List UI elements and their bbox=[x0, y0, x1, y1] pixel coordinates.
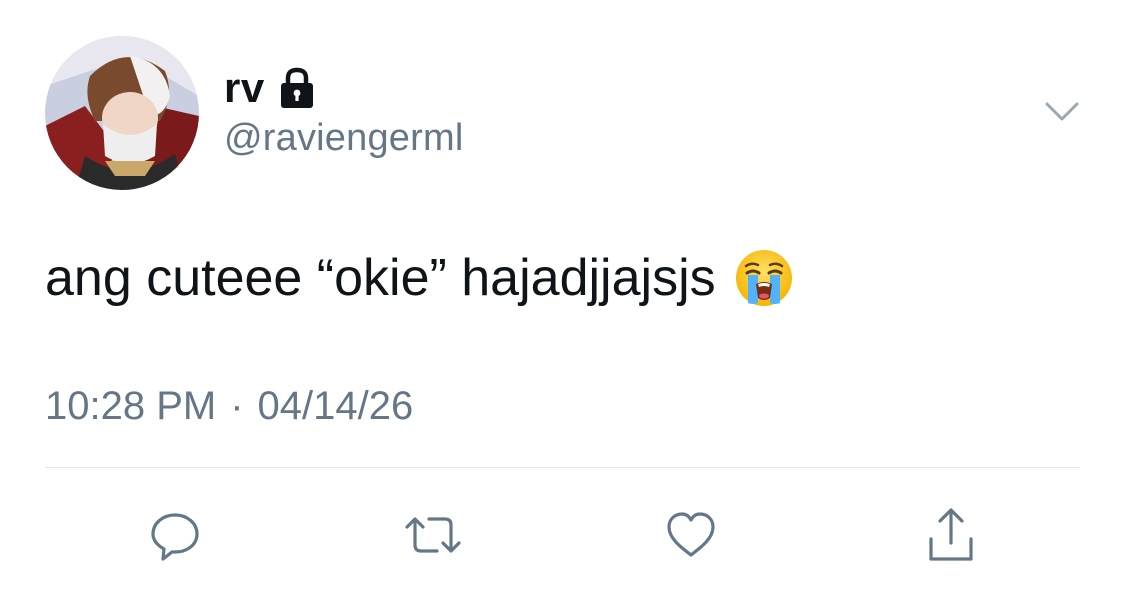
display-name[interactable]: rv bbox=[224, 64, 265, 112]
tweet-text: ang cuteee “okie” hajadjjajsjs bbox=[45, 246, 794, 310]
tweet-date: 04/14/26 bbox=[257, 384, 414, 428]
reply-button[interactable] bbox=[140, 500, 210, 570]
tweet-timestamp[interactable]: 10:28 PM · 04/14/26 bbox=[45, 384, 413, 429]
divider bbox=[45, 467, 1080, 468]
reply-icon bbox=[151, 513, 199, 561]
user-handle[interactable]: @raviengerml bbox=[224, 117, 464, 160]
display-name-row: rv bbox=[224, 60, 317, 116]
heart-icon bbox=[667, 512, 715, 557]
avatar-image bbox=[45, 36, 199, 190]
chevron-down-icon[interactable] bbox=[1044, 100, 1080, 124]
retweet-button[interactable] bbox=[398, 500, 468, 570]
tweet-text-body: ang cuteee “okie” hajadjjajsjs bbox=[45, 249, 716, 307]
loudly-crying-face-icon bbox=[734, 248, 794, 308]
avatar[interactable] bbox=[45, 36, 199, 190]
lock-icon bbox=[277, 66, 317, 110]
tweet-actions bbox=[0, 500, 1125, 570]
retweet-icon bbox=[405, 517, 461, 553]
like-button[interactable] bbox=[656, 500, 726, 570]
timestamp-separator: · bbox=[230, 384, 244, 428]
share-icon bbox=[929, 508, 973, 561]
tweet-time: 10:28 PM bbox=[45, 384, 217, 428]
share-button[interactable] bbox=[916, 500, 986, 570]
